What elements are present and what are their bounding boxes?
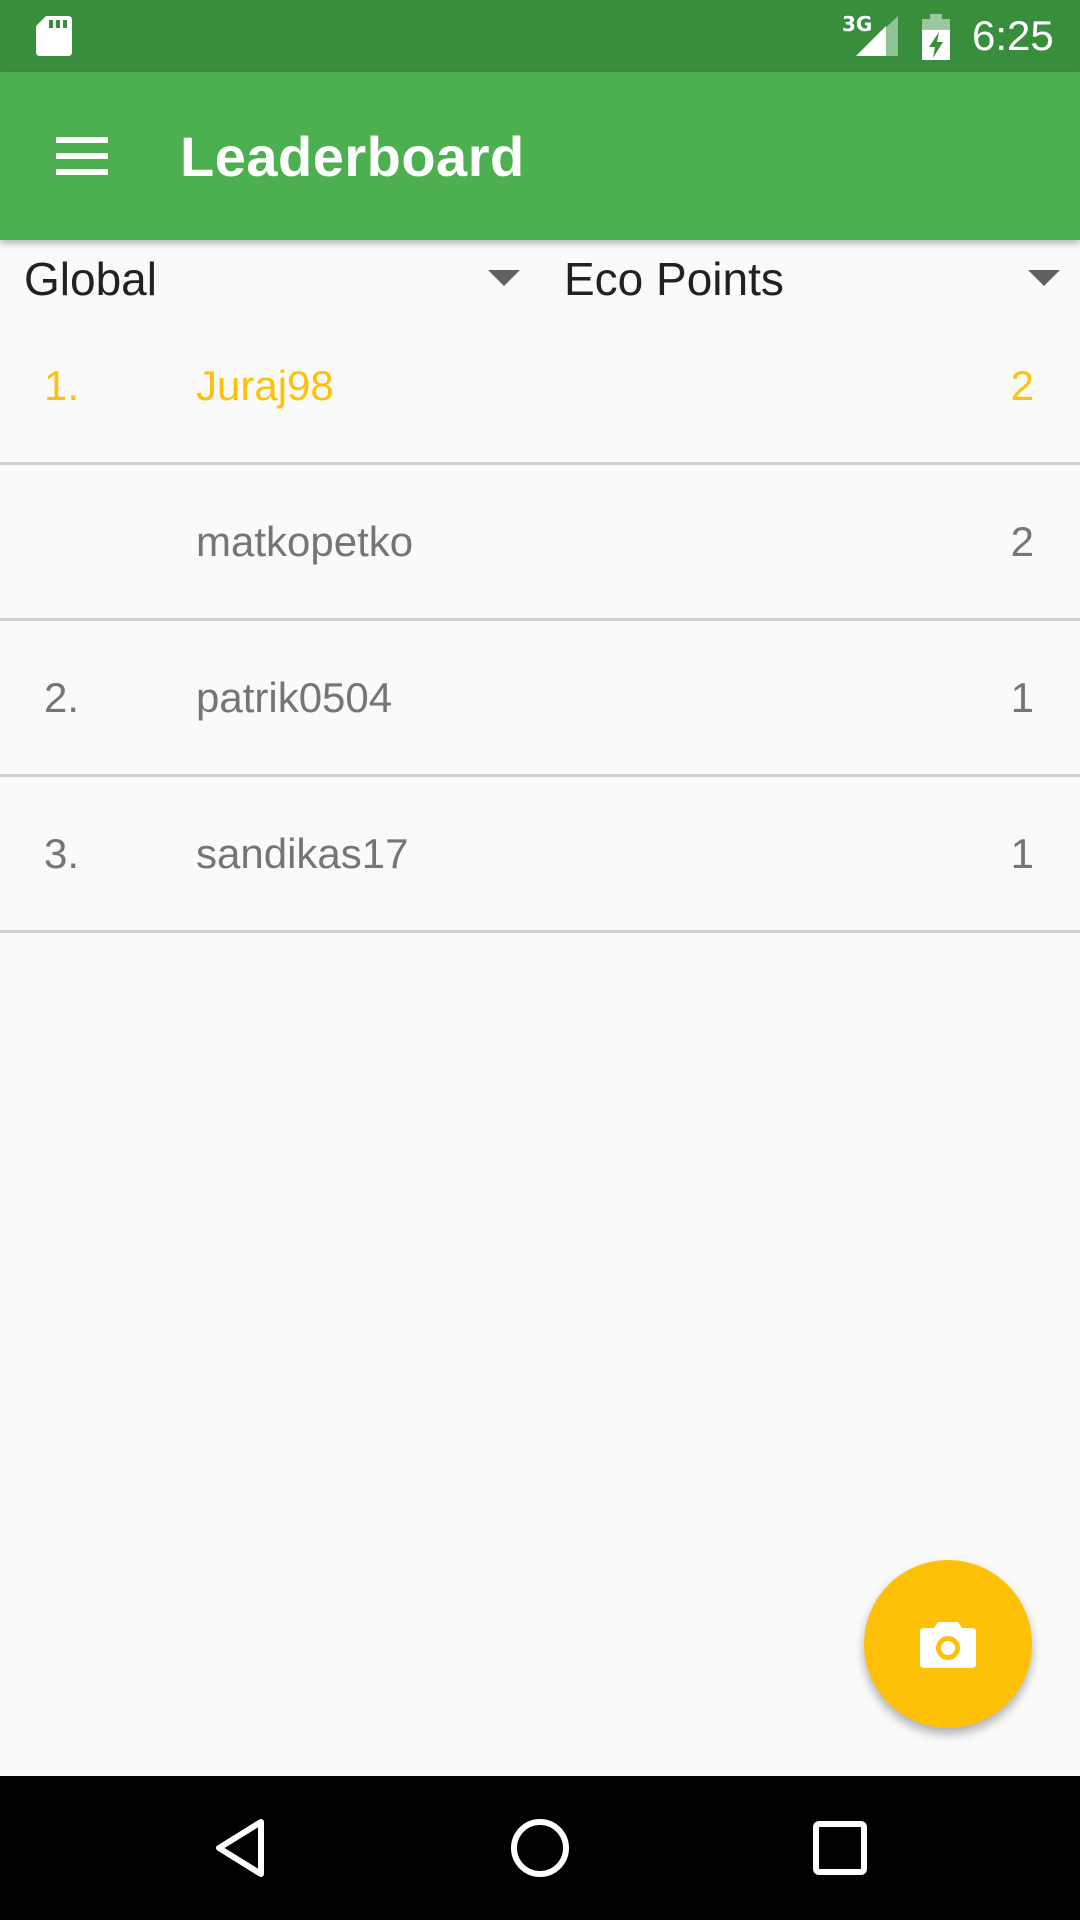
status-bar: 3G 6:25 [0,0,1080,72]
metric-dropdown-arrow-icon [1028,270,1060,286]
leaderboard-row[interactable]: 1. Juraj98 2 [0,312,1080,465]
leaderboard-row[interactable]: 3. sandikas17 1 [0,780,1080,933]
row-username: sandikas17 [196,830,409,877]
row-rank: 2. [44,674,80,721]
back-icon[interactable] [205,1812,277,1884]
camera-fab-button[interactable] [864,1560,1032,1728]
status-clock: 6:25 [972,12,1054,59]
signal-icon [856,16,898,56]
leaderboard-row[interactable]: 2. patrik0504 1 [0,624,1080,777]
row-points: 2 [1010,362,1034,409]
row-username: Juraj98 [196,362,334,409]
app-bar: Leaderboard [0,72,1080,240]
signal-indicator: 3G [842,12,898,58]
menu-icon[interactable] [52,131,112,181]
leaderboard-list: 1. Juraj98 2 matkopetko 2 2. patrik0504 … [0,312,1080,936]
system-navigation-bar [0,1776,1080,1920]
home-icon[interactable] [504,1812,576,1884]
camera-icon [920,1622,976,1668]
scope-dropdown-value: Global [24,253,157,305]
row-rank: 1. [44,362,80,409]
row-points: 1 [1010,830,1034,877]
recents-icon[interactable] [804,1812,876,1884]
scope-dropdown[interactable]: Global [24,240,524,312]
scope-dropdown-arrow-icon [488,270,520,286]
row-username: matkopetko [196,518,414,565]
metric-dropdown-value: Eco Points [564,253,784,305]
row-points: 2 [1010,518,1034,565]
row-username: patrik0504 [196,674,393,721]
sd-card-icon [36,16,72,56]
leaderboard-screen: 3G 6:25 Leaderboard Global Eco Points 1.… [0,0,1080,1920]
leaderboard-row[interactable]: matkopetko 2 [0,468,1080,621]
battery-charging-icon [922,14,950,60]
row-points: 1 [1010,674,1034,721]
row-rank: 3. [44,830,80,877]
metric-dropdown[interactable]: Eco Points [564,240,1064,312]
page-title: Leaderboard [180,125,525,188]
